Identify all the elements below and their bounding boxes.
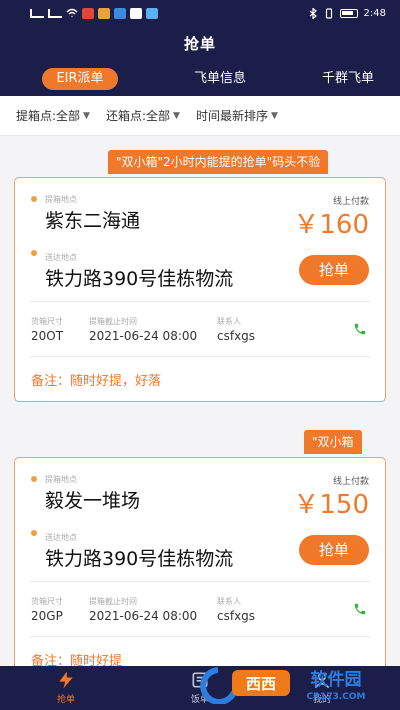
chevron-down-icon: ▼: [173, 110, 180, 121]
delivery-dot-icon: [31, 530, 37, 536]
order-card[interactable]: 提箱地点 毅发一堆场 线上付款 ￥150 送达地点 铁力路390号佳栋物流 抢单…: [14, 457, 386, 682]
phone-icon[interactable]: [353, 602, 367, 616]
app-notification-icon: [146, 7, 158, 19]
watermark: 西西 软件园 CR173.COM: [196, 664, 382, 705]
app-notification-icon: [82, 7, 94, 19]
delivery-location: 铁力路390号佳栋物流: [45, 268, 234, 290]
divider: [29, 636, 371, 637]
tab-eir-dispatch[interactable]: EIR派单: [42, 68, 118, 90]
svg-text:CR173.COM: CR173.COM: [307, 692, 366, 702]
meta-label: 联系人: [217, 597, 241, 606]
nav-label: 抢单: [56, 695, 75, 705]
vibrate-icon: [325, 7, 332, 19]
divider: [29, 356, 371, 357]
nav-item-grab[interactable]: 抢单: [36, 670, 96, 705]
meta-label: 联系人: [217, 317, 241, 326]
delivery-dot-icon: [31, 250, 37, 256]
filter-label: 提箱点:全部: [16, 109, 81, 123]
phone-icon[interactable]: [353, 322, 367, 336]
bluetooth-icon: [309, 7, 317, 19]
app-notification-icon: [114, 7, 126, 19]
order-price: ￥160: [293, 210, 369, 240]
contact-name: csfxgs: [217, 609, 256, 623]
pickup-location: 毅发一堆场: [45, 490, 141, 512]
divider: [29, 581, 371, 582]
filter-bar: 提箱点:全部 ▼ 还箱点:全部 ▼ 时间最新排序 ▼: [0, 96, 400, 136]
battery-icon: [339, 8, 358, 18]
lightning-icon: [59, 671, 73, 689]
order-price: ￥150: [293, 490, 369, 520]
grab-order-button[interactable]: 抢单: [299, 255, 369, 285]
app-header: 2:48 抢单 EIR派单 飞单信息 千群飞单: [0, 0, 400, 96]
order-card[interactable]: 提箱地点 紫东二海通 线上付款 ￥160 送达地点 铁力路390号佳栋物流 抢单…: [14, 177, 386, 402]
meta-label: 货箱尺寸: [31, 317, 63, 326]
meta-label: 提箱截止时间: [89, 597, 137, 606]
pickup-deadline: 2021-06-24 08:00: [89, 329, 198, 343]
order-remark: 备注：随时好提，好落: [31, 374, 162, 389]
filter-return-point[interactable]: 还箱点:全部 ▼: [106, 107, 180, 124]
signal-icon-2: [48, 8, 62, 18]
app-notification-icon: [98, 7, 110, 19]
filter-label: 还箱点:全部: [105, 109, 171, 123]
wifi-icon: [66, 8, 78, 18]
pickup-label: 提箱地点: [45, 475, 77, 484]
pickup-dot-icon: [31, 196, 37, 202]
filter-sort[interactable]: 时间最新排序 ▼: [196, 107, 278, 124]
delivery-label: 送达地点: [45, 533, 77, 542]
tab-bar: EIR派单 飞单信息 千群飞单: [0, 68, 400, 92]
watermark-logo: 西西 软件园 CR173.COM: [200, 667, 366, 705]
card-tag: "双小箱"2小时内能提的抢单"码头不验: [108, 150, 329, 174]
meta-label: 货箱尺寸: [31, 597, 63, 606]
status-icons-left: [30, 7, 158, 19]
delivery-location: 铁力路390号佳栋物流: [45, 548, 234, 570]
filter-pickup-point[interactable]: 提箱点:全部 ▼: [16, 107, 90, 124]
tab-group-orders[interactable]: 千群飞单: [308, 68, 388, 90]
svg-text:西西: 西西: [246, 675, 276, 693]
signal-icon: [30, 8, 44, 18]
app-notification-icon: [130, 7, 142, 19]
status-time: 2:48: [363, 7, 386, 19]
divider: [29, 301, 371, 302]
grab-order-button[interactable]: 抢单: [299, 535, 369, 565]
pickup-location: 紫东二海通: [45, 210, 141, 232]
tab-fly-orders[interactable]: 飞单信息: [180, 68, 260, 90]
meta-label: 提箱截止时间: [89, 317, 137, 326]
pickup-label: 提箱地点: [45, 195, 77, 204]
filter-label: 时间最新排序: [195, 109, 268, 123]
delivery-label: 送达地点: [45, 253, 77, 262]
pickup-dot-icon: [31, 476, 37, 482]
status-bar: 2:48: [0, 0, 400, 26]
chevron-down-icon: ▼: [270, 110, 278, 121]
chevron-down-icon: ▼: [83, 110, 90, 121]
pickup-deadline: 2021-06-24 08:00: [89, 609, 198, 623]
svg-text:软件园: 软件园: [311, 669, 362, 690]
status-icons-right: 2:48: [309, 7, 386, 19]
contact-name: csfxgs: [217, 329, 256, 343]
container-size: 20OT: [31, 329, 64, 343]
card-tag: "双小箱: [304, 430, 362, 454]
container-size: 20GP: [31, 609, 63, 623]
page-title: 抢单: [183, 35, 216, 53]
